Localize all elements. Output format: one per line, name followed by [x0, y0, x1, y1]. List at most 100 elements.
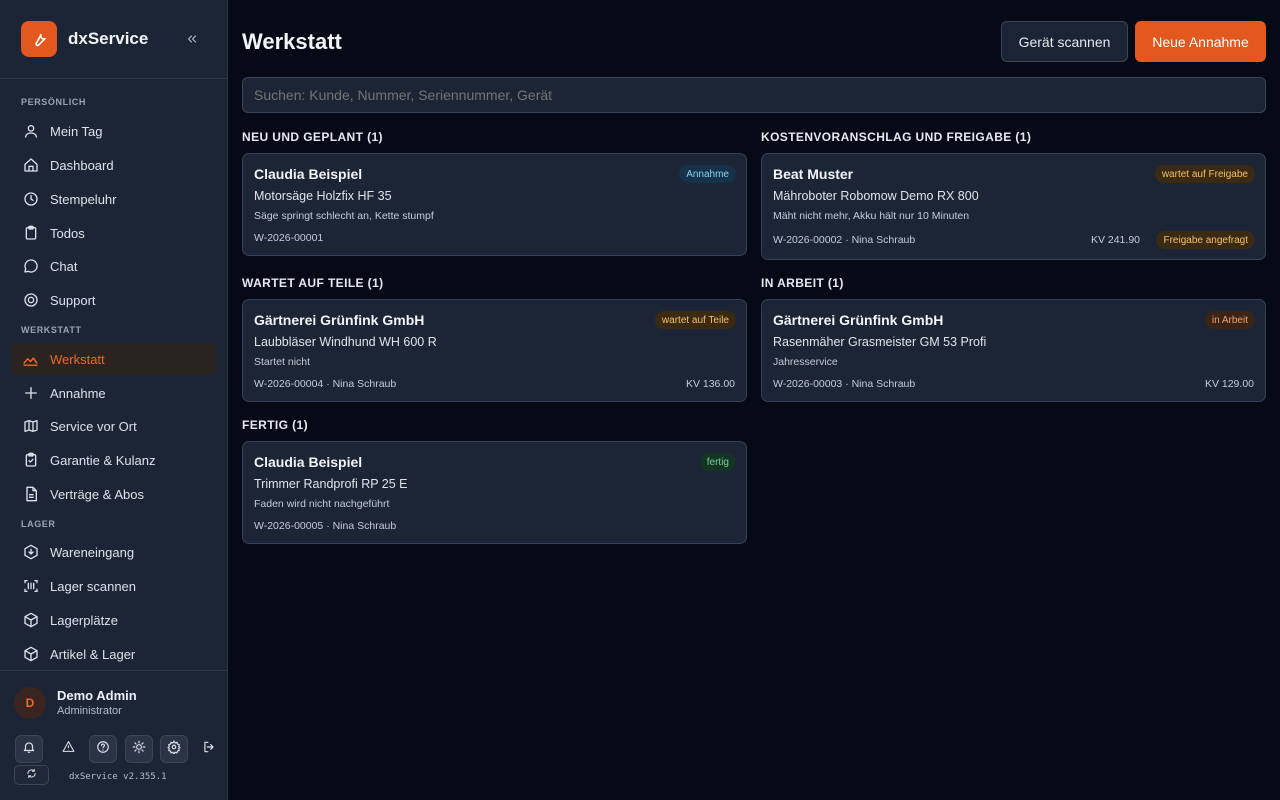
sidebar-item-support[interactable]: Support	[11, 284, 216, 316]
file-icon	[22, 486, 39, 503]
cost-estimate: KV 136.00	[685, 378, 735, 390]
download-icon	[22, 544, 39, 561]
sun-icon	[132, 740, 146, 759]
section-label-werkstatt: WERKSTATT	[21, 325, 82, 335]
sidebar-item-vertraege[interactable]: Verträge & Abos	[11, 478, 216, 510]
alerts-button[interactable]	[54, 735, 82, 763]
sidebar-item-garantie[interactable]: Garantie & Kulanz	[11, 444, 216, 476]
card-device: Trimmer Randprofi RP 25 E	[254, 477, 408, 491]
sidebar-item-label: Mein Tag	[50, 123, 103, 139]
sidebar-item-werkstatt[interactable]: Werkstatt	[11, 343, 216, 375]
package-icon	[22, 646, 39, 663]
sidebar-item-label: Artikel & Lager	[50, 646, 136, 662]
card-meta: W-2026-00002 · Nina Schraub	[773, 234, 916, 246]
sidebar-item-label: Support	[50, 292, 96, 308]
sidebar-item-dashboard[interactable]: Dashboard	[11, 149, 216, 181]
lifebuoy-icon	[22, 292, 39, 309]
card-meta: W-2026-00005 · Nina Schraub	[254, 520, 397, 532]
sync-button[interactable]	[14, 765, 49, 785]
sidebar-item-artikel[interactable]: Artikel & Lager	[11, 638, 216, 670]
scan-device-button[interactable]: Gerät scannen	[1001, 21, 1128, 62]
status-badge: fertig	[699, 453, 736, 471]
job-card[interactable]: Gärtnerei Grünfink GmbH wartet auf Teile…	[242, 299, 747, 402]
card-meta: W-2026-00003 · Nina Schraub	[773, 378, 916, 390]
plus-icon	[22, 385, 39, 402]
card-issue: Faden wird nicht nachgeführt	[254, 498, 390, 510]
job-card[interactable]: Gärtnerei Grünfink GmbH in Arbeit Rasenm…	[761, 299, 1266, 402]
box-icon	[22, 612, 39, 629]
card-device: Motorsäge Holzfix HF 35	[254, 189, 392, 203]
sidebar-item-label: Chat	[50, 258, 78, 274]
notifications-button[interactable]	[15, 735, 43, 763]
sidebar-item-label: Werkstatt	[50, 351, 105, 367]
sidebar-item-label: Lager scannen	[50, 578, 137, 594]
brand-header: dxService	[0, 0, 228, 79]
sidebar-item-lagerplaetze[interactable]: Lagerplätze	[11, 604, 216, 636]
search-input[interactable]	[242, 77, 1266, 113]
sidebar-item-label: Stempeluhr	[50, 191, 117, 207]
barcode-icon	[22, 578, 39, 595]
sidebar-item-chat[interactable]: Chat	[11, 250, 216, 282]
column-title: FERTIG (1)	[242, 418, 308, 432]
card-customer: Claudia Beispiel	[254, 166, 363, 182]
refresh-icon	[26, 766, 37, 784]
job-card[interactable]: Beat Muster wartet auf Freigabe Mährobot…	[761, 153, 1266, 260]
help-button[interactable]	[89, 735, 117, 763]
warning-icon	[62, 740, 75, 758]
sidebar-item-annahme[interactable]: Annahme	[11, 377, 216, 409]
sidebar-item-label: Garantie & Kulanz	[50, 452, 156, 468]
card-customer: Claudia Beispiel	[254, 454, 363, 470]
card-issue: Jahresservice	[773, 356, 838, 368]
sidebar-item-label: Verträge & Abos	[50, 486, 144, 502]
main-content: Werkstatt Gerät scannen Neue Annahme NEU…	[228, 0, 1280, 800]
logout-button[interactable]	[195, 735, 223, 763]
wrench-icon[interactable]	[21, 21, 57, 57]
card-issue: Säge springt schlecht an, Kette stumpf	[254, 210, 434, 222]
clipboard-icon	[22, 225, 39, 242]
new-intake-button[interactable]: Neue Annahme	[1135, 21, 1266, 62]
job-card[interactable]: Claudia Beispiel fertig Trimmer Randprof…	[242, 441, 747, 544]
sidebar-item-mein-tag[interactable]: Mein Tag	[11, 115, 216, 147]
sidebar-item-todos[interactable]: Todos	[11, 217, 216, 249]
status-badge: wartet auf Freigabe	[1154, 165, 1255, 183]
status-badge: Annahme	[679, 165, 736, 183]
sidebar-item-stempeluhr[interactable]: Stempeluhr	[11, 183, 216, 215]
column-title: KOSTENVORANSCHLAG UND FREIGABE (1)	[761, 130, 1032, 144]
card-customer: Gärtnerei Grünfink GmbH	[773, 312, 944, 328]
cost-estimate: KV 129.00	[1204, 378, 1254, 390]
clock-icon	[22, 191, 39, 208]
sidebar-item-service-vor-ort[interactable]: Service vor Ort	[11, 410, 216, 442]
status-badge: in Arbeit	[1204, 311, 1255, 329]
logout-icon	[202, 740, 216, 759]
card-meta: W-2026-00004 · Nina Schraub	[254, 378, 397, 390]
clipboard-check-icon	[22, 452, 39, 469]
avatar[interactable]: D	[14, 687, 46, 719]
user-role: Administrator	[57, 705, 122, 717]
chevrons-left-icon[interactable]	[181, 29, 203, 49]
card-meta: W-2026-00001	[254, 232, 324, 244]
card-device: Laubbläser Windhund WH 600 R	[254, 335, 437, 349]
card-device: Mähroboter Robomow Demo RX 800	[773, 189, 979, 203]
theme-toggle-button[interactable]	[125, 735, 153, 763]
app-version: dxService v2.355.1	[69, 772, 167, 782]
section-label-persoenlich: PERSÖNLICH	[21, 97, 87, 107]
card-issue: Startet nicht	[254, 356, 311, 368]
user-icon	[22, 123, 39, 140]
sidebar-item-lager-scannen[interactable]: Lager scannen	[11, 570, 216, 602]
card-issue: Mäht nicht mehr, Akku hält nur 10 Minute…	[773, 210, 970, 222]
cost-estimate: KV 241.90	[1090, 234, 1140, 246]
sidebar-item-wareneingang[interactable]: Wareneingang	[11, 536, 216, 568]
section-label-lager: LAGER	[21, 519, 56, 529]
column-title: IN ARBEIT (1)	[761, 276, 844, 290]
settings-button[interactable]	[160, 735, 188, 763]
status-badge: wartet auf Teile	[654, 311, 736, 329]
wrench-icon	[22, 351, 39, 368]
sidebar-item-label: Dashboard	[50, 157, 114, 173]
user-name: Demo Admin	[57, 688, 137, 703]
card-device: Rasenmäher Grasmeister GM 53 Profi	[773, 335, 987, 349]
column-title: NEU UND GEPLANT (1)	[242, 130, 383, 144]
job-card[interactable]: Claudia Beispiel Annahme Motorsäge Holzf…	[242, 153, 747, 256]
bell-icon	[22, 740, 36, 759]
sidebar-item-label: Lagerplätze	[50, 612, 118, 628]
card-customer: Beat Muster	[773, 166, 854, 182]
